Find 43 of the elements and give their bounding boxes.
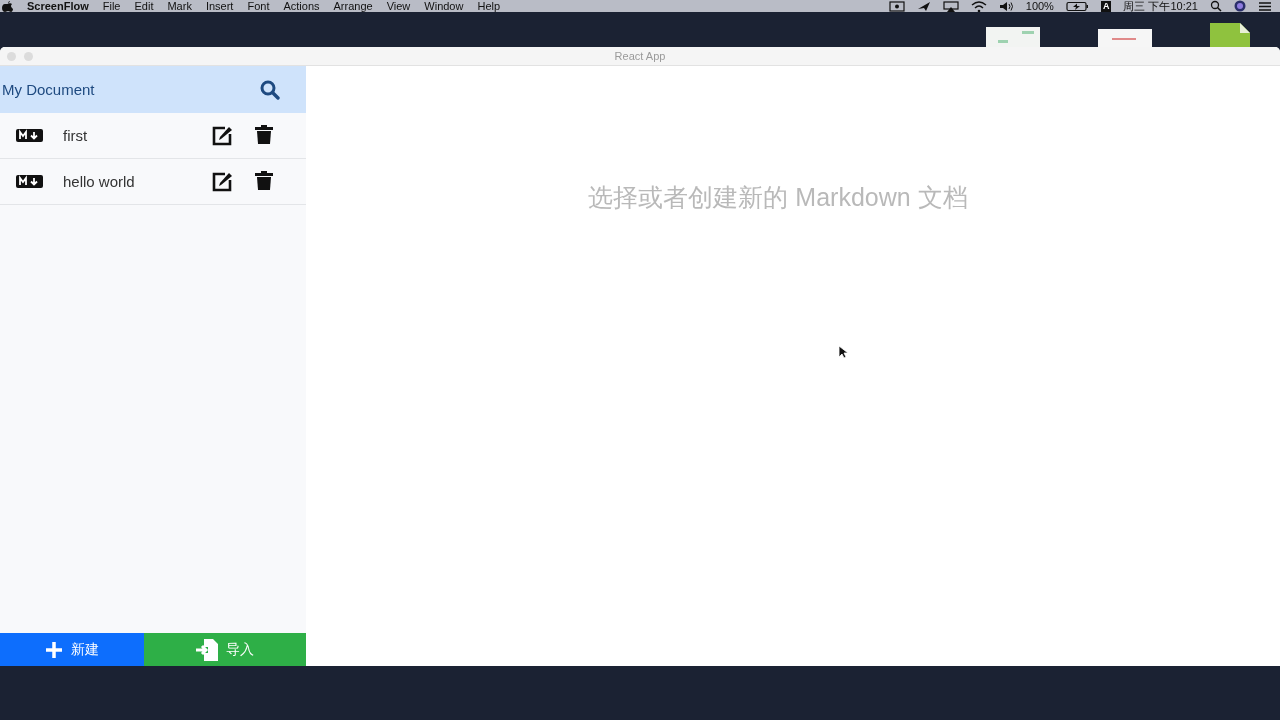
menu-item[interactable]: File [102,0,121,12]
apple-icon[interactable] [2,0,13,12]
menu-item[interactable]: Font [247,0,270,12]
menu-item[interactable]: View [386,0,411,12]
markdown-icon [16,175,43,188]
trash-icon[interactable] [255,171,273,190]
search-icon[interactable] [260,79,280,100]
file-list-item[interactable]: hello world [0,159,306,205]
siri-icon[interactable] [1234,0,1246,12]
file-title: hello world [63,173,136,190]
file-list-item[interactable]: first [0,113,306,159]
menu-item[interactable]: Insert [205,0,234,12]
plus-icon [45,640,63,659]
spreadsheet-file-icon [1210,23,1250,47]
empty-state-message: 选择或者创建新的 Markdown 文档 [588,182,968,213]
menu-app-name[interactable]: ScreenFlow [27,0,89,12]
menu-item[interactable]: Edit [134,0,154,12]
edit-icon[interactable] [211,171,233,192]
new-file-button[interactable]: 新建 [0,633,144,666]
file-import-icon [196,638,218,661]
mouse-cursor-icon [838,345,849,359]
edit-icon[interactable] [211,125,233,146]
menu-item[interactable]: Help [477,0,501,12]
paper-plane-icon[interactable] [916,0,931,12]
window-title: React App [614,50,666,62]
search-icon[interactable] [1210,0,1222,12]
input-source-indicator[interactable]: A [1100,0,1112,12]
menu-item[interactable]: Window [424,0,464,12]
sidebar-title: My Document [2,81,95,98]
battery-charging-icon[interactable] [1065,0,1089,12]
battery-percentage: 100% [1025,0,1054,12]
screen-record-icon[interactable] [888,0,905,12]
markdown-icon [16,129,43,142]
menu-item[interactable]: Arrange [333,0,373,12]
trash-icon[interactable] [255,125,273,144]
airplay-icon[interactable] [942,0,959,12]
notification-list-icon[interactable] [1258,0,1272,12]
menu-item[interactable]: Actions [283,0,320,12]
wifi-icon[interactable] [970,0,987,12]
file-title: first [63,127,89,144]
menu-item[interactable]: Mark [167,0,192,12]
menu-clock[interactable]: 周三 下午10:21 [1123,0,1198,12]
speaker-icon[interactable] [998,0,1014,12]
